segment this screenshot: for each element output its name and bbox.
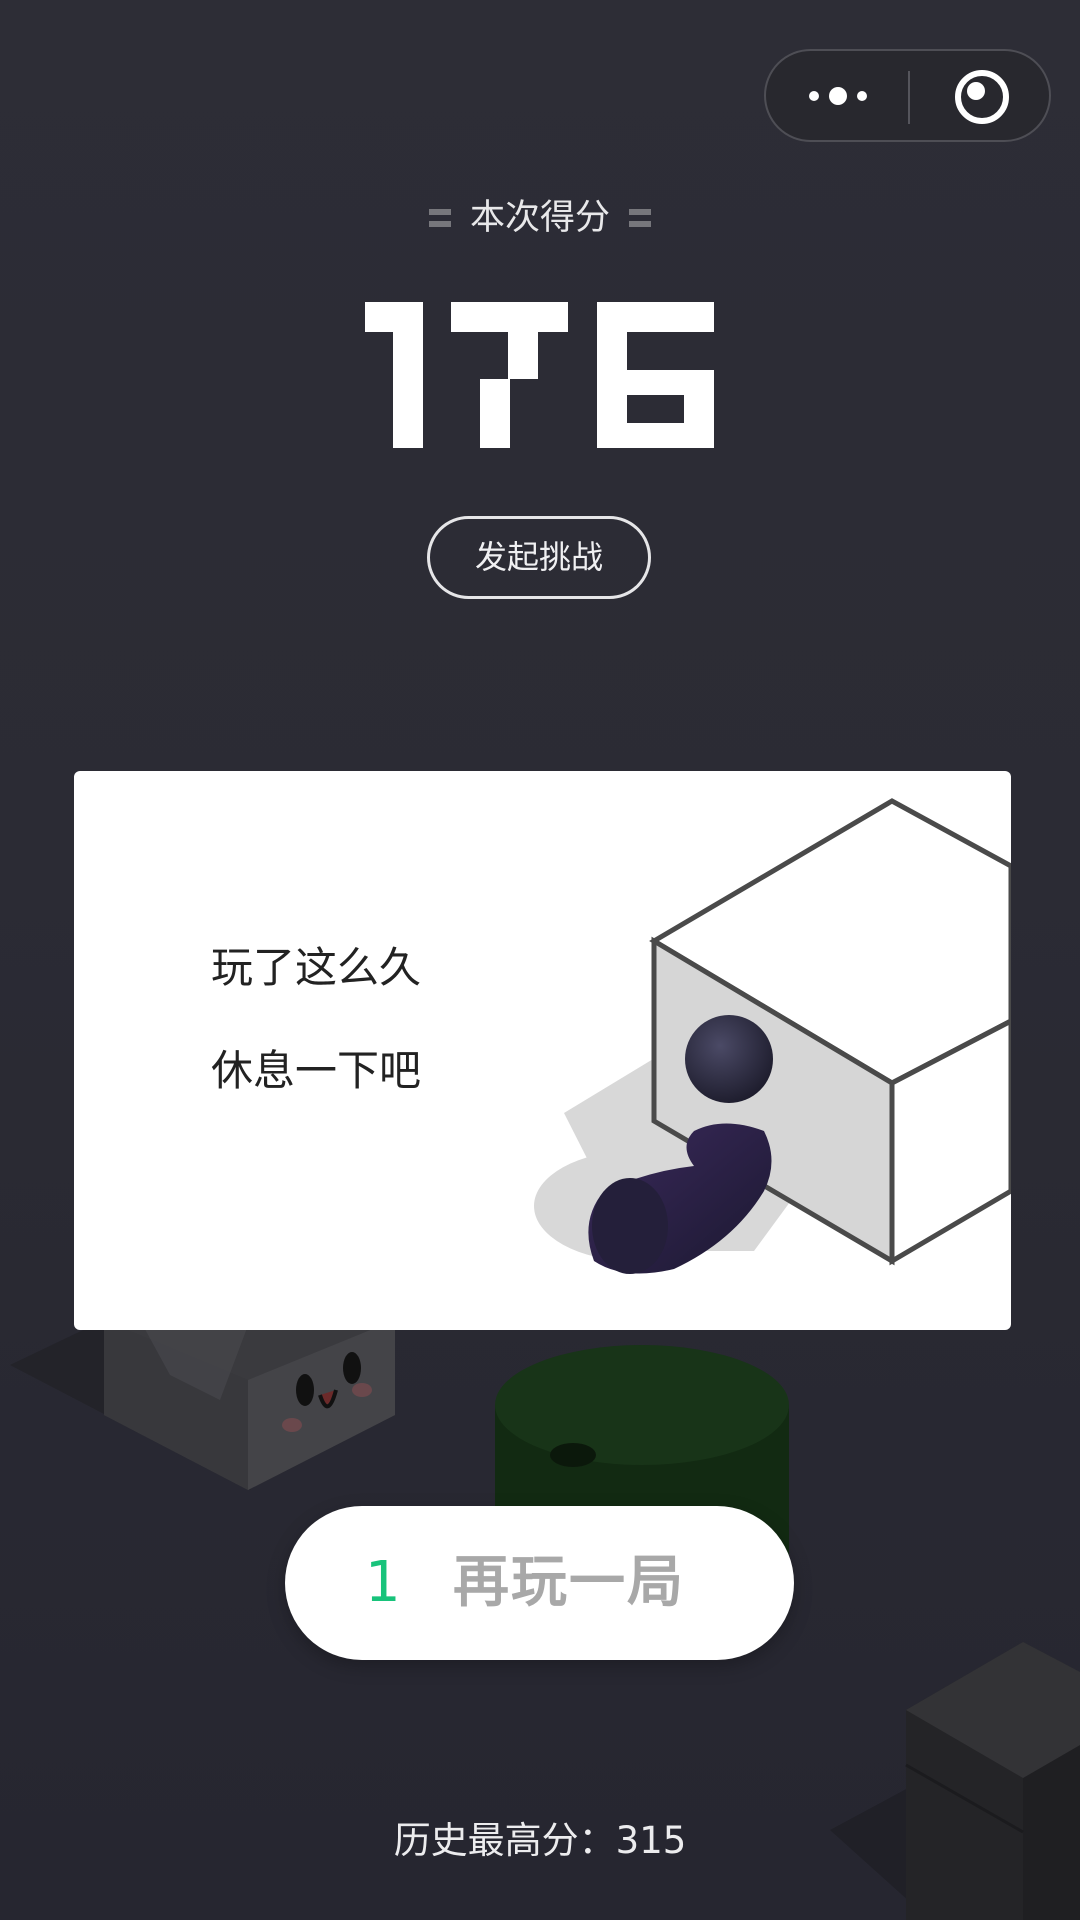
pixel-digits — [365, 302, 714, 448]
equals-decoration-icon — [428, 207, 451, 229]
score-label-row: 本次得分 — [0, 190, 1080, 246]
cube-eye-left — [296, 1374, 314, 1406]
score-label: 本次得分 — [469, 198, 610, 238]
equals-decoration-icon — [629, 207, 652, 229]
play-again-label: 再玩一局 — [453, 1550, 685, 1615]
rest-message-line1: 玩了这么久 — [211, 943, 422, 992]
rest-message-line2: 休息一下吧 — [211, 1046, 422, 1095]
mini-program-capsule — [764, 49, 1051, 142]
target-circle-icon[interactable] — [909, 51, 1052, 140]
play-again-button[interactable]: 1 再玩一局 — [285, 1506, 794, 1660]
dark-cube-block — [905, 1642, 1080, 1920]
cube-eye-right — [343, 1352, 361, 1384]
cute-cube-block — [104, 1320, 395, 1490]
more-dots-icon[interactable] — [766, 51, 909, 140]
score-value: 176 — [0, 292, 714, 448]
challenge-button[interactable]: 发起挑战 — [427, 516, 651, 599]
character-head — [685, 1015, 773, 1103]
best-score: 历史最高分：315 — [393, 1819, 687, 1862]
score-value-text: 176 — [0, 292, 2, 293]
rest-reminder-card: 玩了这么久 休息一下吧 — [74, 771, 1011, 1330]
play-again-count: 1 — [365, 1550, 401, 1615]
